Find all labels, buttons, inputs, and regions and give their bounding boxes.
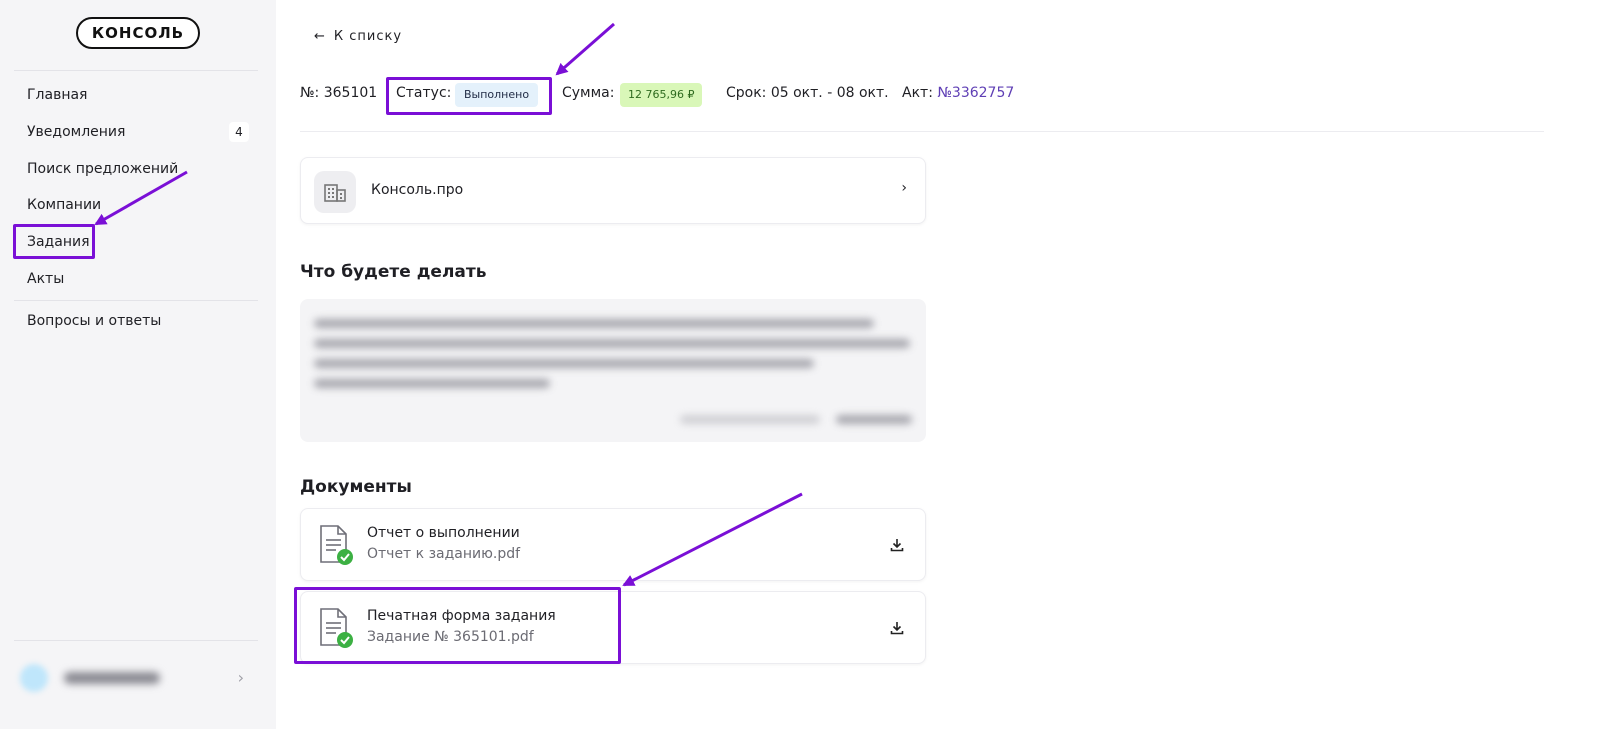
- arrow-left-icon: ←: [314, 29, 326, 44]
- avatar: [20, 664, 48, 692]
- divider: [14, 640, 258, 641]
- document-card[interactable]: Отчет о выполнении Отчет к заданию.pdf: [300, 508, 926, 581]
- act-info: Акт: №3362757: [902, 85, 1014, 101]
- company-name: Консоль.про: [371, 182, 464, 198]
- download-icon[interactable]: [889, 537, 905, 553]
- back-to-list-link[interactable]: ← К списку: [314, 29, 402, 44]
- sidebar: КОНСОЛЬ Главная Уведомления 4 Поиск пред…: [0, 0, 276, 729]
- document-filename: Задание № 365101.pdf: [367, 629, 534, 645]
- document-title: Печатная форма задания: [367, 608, 556, 624]
- sidebar-item-offers-search[interactable]: Поиск предложений: [27, 161, 178, 177]
- user-profile[interactable]: ›: [20, 662, 258, 694]
- document-title: Отчет о выполнении: [367, 525, 520, 541]
- company-card[interactable]: Консоль.про ›: [300, 157, 926, 224]
- sum-label: Сумма:: [562, 85, 615, 101]
- sum-badge: 12 765,96 ₽: [620, 83, 703, 107]
- sidebar-item-companies[interactable]: Компании: [27, 197, 101, 213]
- act-label: Акт:: [902, 85, 933, 101]
- sidebar-item-acts[interactable]: Акты: [27, 271, 64, 287]
- status-badge: Выполнено: [455, 83, 539, 107]
- sidebar-item-home[interactable]: Главная: [27, 87, 87, 103]
- divider: [300, 131, 1544, 132]
- document-card[interactable]: Печатная форма задания Задание № 365101.…: [300, 591, 926, 664]
- task-number: №: 365101: [300, 85, 378, 101]
- back-link-label: К списку: [333, 29, 403, 44]
- document-filename: Отчет к заданию.pdf: [367, 546, 521, 562]
- logo[interactable]: КОНСОЛЬ: [75, 17, 201, 49]
- building-icon: [314, 171, 356, 213]
- download-icon[interactable]: [889, 620, 905, 636]
- task-section-title: Что будете делать: [300, 262, 487, 282]
- divider: [14, 70, 258, 71]
- document-check-icon: [320, 608, 353, 648]
- sidebar-item-tasks[interactable]: Задания: [27, 234, 90, 250]
- term: Срок: 05 окт. - 08 окт.: [726, 85, 889, 101]
- document-check-icon: [320, 525, 353, 565]
- documents-section-title: Документы: [300, 477, 412, 497]
- chevron-right-icon: ›: [901, 180, 907, 196]
- task-description-blurred: [300, 299, 926, 442]
- sidebar-item-faq[interactable]: Вопросы и ответы: [27, 313, 161, 329]
- annotation-arrow: [555, 22, 615, 76]
- logo-wrap: КОНСОЛЬ: [0, 17, 276, 49]
- sidebar-item-notifications[interactable]: Уведомления: [27, 124, 125, 140]
- notifications-count-badge: 4: [229, 122, 249, 142]
- divider: [14, 300, 258, 301]
- user-name-blurred: [64, 672, 160, 684]
- chevron-right-icon: ›: [237, 668, 244, 687]
- status-label: Статус:: [396, 85, 452, 101]
- act-link[interactable]: №3362757: [937, 85, 1014, 101]
